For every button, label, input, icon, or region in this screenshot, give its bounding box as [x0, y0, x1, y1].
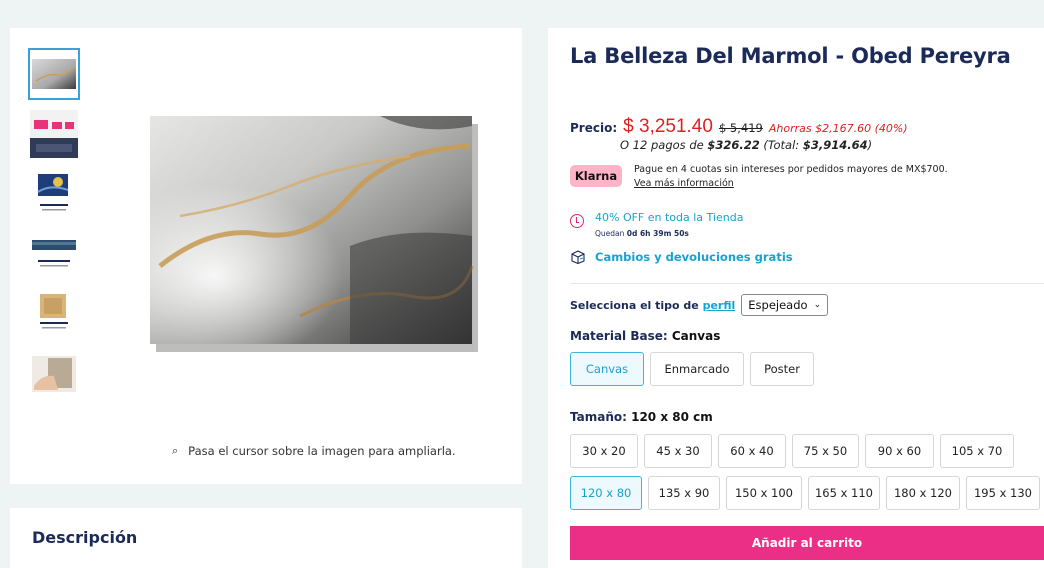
divider	[570, 283, 1044, 284]
add-to-cart-button[interactable]: Añadir al carrito	[570, 526, 1044, 560]
returns-text: Cambios y devoluciones gratis	[595, 250, 793, 264]
size-option[interactable]: 180 x 120	[886, 476, 960, 510]
size-option[interactable]: 60 x 40	[718, 434, 786, 468]
size-option[interactable]: 105 x 70	[940, 434, 1014, 468]
size-option[interactable]: 150 x 100	[726, 476, 802, 510]
countdown-label: Quedan	[595, 229, 627, 238]
profile-select-value: Espejeado	[748, 298, 808, 312]
size-label: Tamaño: 120 x 80 cm	[570, 410, 713, 424]
material-option-enmarcado[interactable]: Enmarcado	[650, 352, 744, 386]
thumbnail-marble[interactable]	[28, 48, 80, 100]
profile-label: Selecciona el tipo de perfil	[570, 299, 735, 312]
material-option-canvas[interactable]: Canvas	[570, 352, 644, 386]
klarna-info: Pague en 4 cuotas sin intereses por pedi…	[634, 163, 948, 191]
price-row: Precio: $ 3,251.40 $ 5,419 Ahorras $2,16…	[570, 116, 908, 138]
size-option[interactable]: 75 x 50	[792, 434, 859, 468]
material-value: Canvas	[671, 329, 721, 343]
countdown-value: 0d 6h 39m 50s	[626, 229, 689, 238]
thumbnail-frame[interactable]	[28, 288, 80, 340]
zoom-hint: ⌕ Pasa el cursor sobre la imagen para am…	[172, 444, 456, 458]
material-option-poster[interactable]: Poster	[750, 352, 814, 386]
description-title: Descripción	[32, 528, 138, 547]
thumbnail-hand[interactable]	[28, 348, 80, 400]
size-option[interactable]: 90 x 60	[865, 434, 934, 468]
size-label-text: Tamaño:	[570, 410, 632, 424]
installments-total-prefix: (Total:	[759, 138, 803, 152]
material-label-text: Material Base:	[570, 329, 672, 343]
size-option[interactable]: 135 x 90	[648, 476, 720, 510]
installments-prefix: O 12 pagos de	[620, 138, 708, 152]
installments-amount: $326.22	[707, 138, 760, 152]
thumbnail-room[interactable]	[28, 108, 80, 160]
size-value: 120 x 80 cm	[631, 410, 713, 424]
size-option[interactable]: 30 x 20	[570, 434, 638, 468]
klarna-logo: Klarna	[570, 165, 622, 187]
promo-text: 40% OFF en toda la Tienda	[595, 211, 744, 224]
installments-text: O 12 pagos de $326.22 (Total: $3,914.64)	[620, 138, 872, 152]
product-info-panel: La Belleza Del Marmol - Obed Pereyra Pre…	[548, 28, 1044, 568]
installments-suffix: )	[867, 138, 873, 152]
description-panel: Descripción	[10, 508, 522, 568]
zoom-hint-text: Pasa el cursor sobre la imagen para ampl…	[188, 444, 456, 458]
size-option[interactable]: 195 x 130	[966, 476, 1040, 510]
profile-select[interactable]: Espejeado ⌄	[741, 294, 829, 316]
price-old: $ 5,419	[718, 121, 763, 135]
promo-countdown: Quedan 0d 6h 39m 50s	[595, 229, 689, 238]
profile-row: Selecciona el tipo de perfil Espejeado ⌄	[570, 294, 829, 316]
thumbnail-edge[interactable]	[28, 168, 80, 220]
klarna-more-info-link[interactable]: Vea más información	[634, 177, 948, 191]
package-return-icon	[570, 249, 586, 268]
profile-label-text: Selecciona el tipo de	[570, 298, 703, 312]
profile-link[interactable]: perfil	[703, 299, 736, 312]
clock-icon	[570, 214, 584, 228]
gallery-panel: ⌕ Pasa el cursor sobre la imagen para am…	[10, 28, 522, 484]
size-option[interactable]: 165 x 110	[808, 476, 880, 510]
size-option-selected[interactable]: 120 x 80	[570, 476, 642, 510]
price-savings: Ahorras $2,167.60 (40%)	[768, 122, 908, 135]
main-product-image[interactable]	[150, 116, 480, 356]
size-option[interactable]: 45 x 30	[644, 434, 712, 468]
chevron-down-icon: ⌄	[813, 300, 822, 310]
material-label: Material Base: Canvas	[570, 329, 720, 343]
installments-total: $3,914.64	[802, 138, 868, 152]
klarna-text: Pague en 4 cuotas sin intereses por pedi…	[634, 164, 948, 175]
search-icon: ⌕	[172, 444, 179, 457]
thumbnail-profile[interactable]	[28, 228, 80, 280]
price-current: $ 3,251.40	[623, 116, 713, 137]
product-title: La Belleza Del Marmol - Obed Pereyra	[570, 44, 1011, 68]
price-label: Precio:	[570, 121, 618, 135]
